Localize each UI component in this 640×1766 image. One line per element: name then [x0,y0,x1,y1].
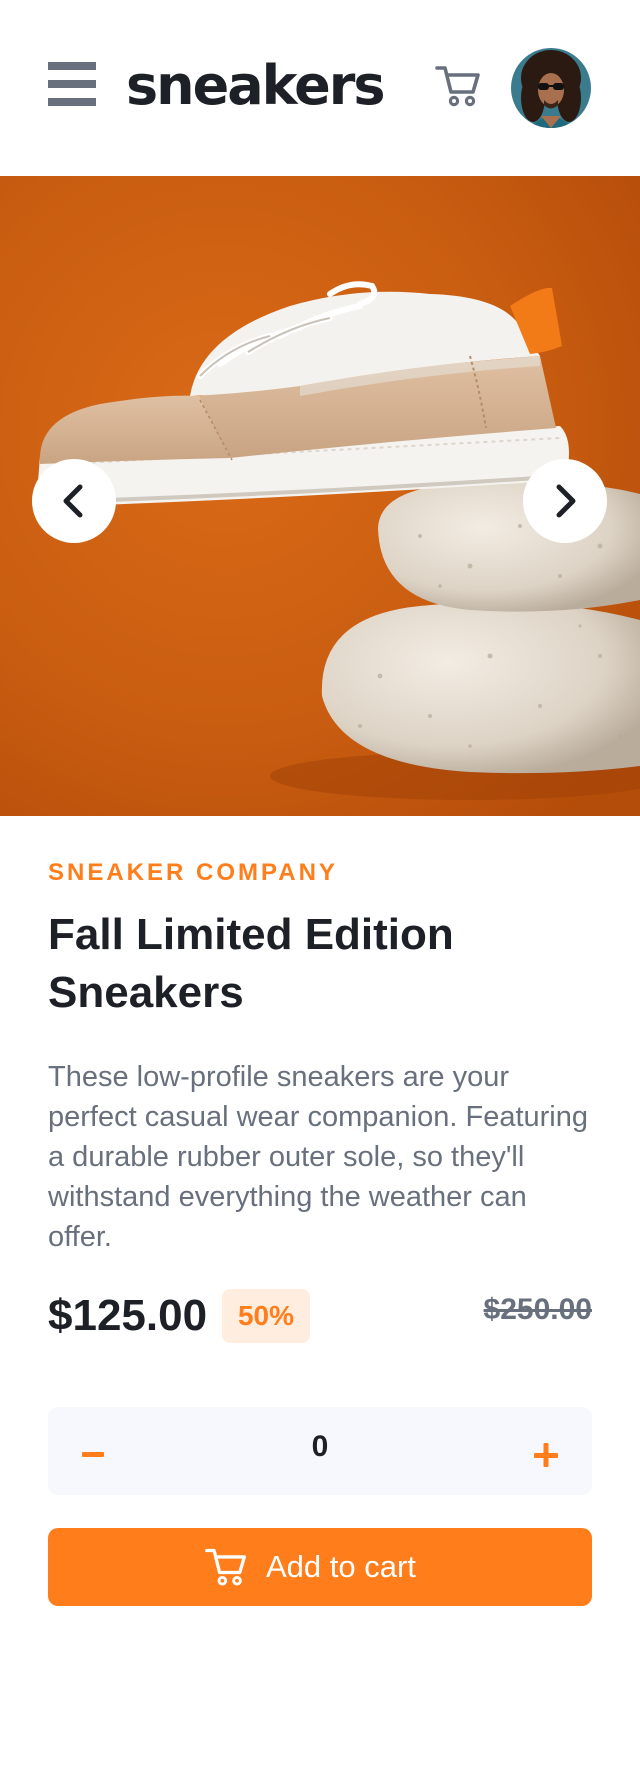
minus-icon[interactable] [70,1429,118,1477]
company-name: SNEAKER COMPANY [48,859,338,886]
discount-badge: 50% [222,1289,310,1343]
cart-icon [205,1548,246,1586]
menu-bar-middle [48,80,96,88]
original-price: $250.00 [483,1293,592,1326]
cart-icon[interactable] [434,64,482,108]
quantity-stepper: 0 [48,1407,592,1495]
current-price: $125.00 [48,1291,208,1340]
plus-icon[interactable] [522,1429,570,1477]
menu-bar-top [48,62,96,70]
product-gallery [0,176,640,816]
product-title: Fall Limited Edition Sneakers [48,910,454,1017]
cart-icon-graphic [435,66,480,107]
chevron-right-icon [556,484,576,518]
logo[interactable]: sneakers [126,54,386,118]
chevron-left-icon [63,484,83,518]
next-image-button[interactable] [523,459,607,543]
add-to-cart-button[interactable]: Add to cart [48,1528,592,1606]
user-avatar[interactable] [511,48,591,128]
add-to-cart-label: Add to cart [266,1549,416,1584]
previous-image-button[interactable] [32,459,116,543]
product-description: These low-profile sneakers are your perf… [48,1061,589,1253]
minus-icon-graphic [82,1452,104,1457]
hamburger-menu-icon[interactable] [48,62,96,106]
site-header: sneakers [0,0,640,176]
plus-icon-graphic [534,1443,558,1467]
quantity-value[interactable]: 0 [248,1427,392,1467]
menu-bar-bottom [48,98,96,106]
avatar-image [511,48,591,128]
